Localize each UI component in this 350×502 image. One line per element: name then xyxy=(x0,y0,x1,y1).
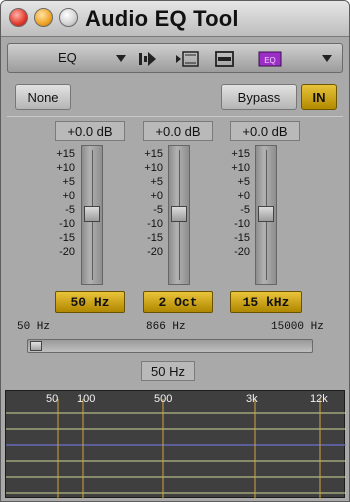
band1-frequency-button[interactable]: 50 Hz xyxy=(55,291,125,313)
frequency-readout: 50 Hz xyxy=(141,361,195,381)
band2-gain-slider[interactable] xyxy=(168,145,190,285)
frequency-slider[interactable] xyxy=(27,339,313,353)
graph-label-500: 500 xyxy=(154,393,173,405)
eq-plugin-icon[interactable]: EQ xyxy=(258,49,282,69)
graph-label-12k: 12k xyxy=(310,393,328,405)
graph-label-50: 50 xyxy=(46,393,59,405)
none-button[interactable]: None xyxy=(15,84,71,110)
freq-min-label: 50 Hz xyxy=(17,321,51,333)
band1-scale: +15 +10 +5 +0 -5 -10 -15 -20 xyxy=(56,148,75,258)
freq-max-label: 15000 Hz xyxy=(271,321,324,333)
band3-scale: +15 +10 +5 +0 -5 -10 -15 -20 xyxy=(231,148,250,258)
eq-graph-svg xyxy=(6,399,346,499)
film-strip-icon[interactable] xyxy=(174,49,200,69)
band3-slider-thumb[interactable] xyxy=(258,206,274,222)
window-title: Audio EQ Tool xyxy=(85,6,239,31)
audio-input-icon[interactable] xyxy=(136,49,158,69)
eq-mode-dropdown[interactable]: EQ xyxy=(58,50,77,65)
band3-gain-slider[interactable] xyxy=(255,145,277,285)
svg-text:EQ: EQ xyxy=(264,56,276,65)
divider xyxy=(7,116,343,117)
band3-gain-readout: +0.0 dB xyxy=(230,121,300,141)
layout-icon[interactable] xyxy=(214,49,236,69)
band3-frequency-button[interactable]: 15 kHz xyxy=(230,291,302,313)
title-bar: Audio EQ Tool xyxy=(1,1,349,37)
zoom-button[interactable] xyxy=(59,8,78,27)
eq-response-graph: 50 100 500 3k 12k xyxy=(5,390,346,499)
band2-slider-thumb[interactable] xyxy=(171,206,187,222)
close-button[interactable] xyxy=(9,8,28,27)
options-chevron-down-icon[interactable] xyxy=(322,55,332,62)
graph-label-100: 100 xyxy=(77,393,96,405)
graph-label-3k: 3k xyxy=(246,393,258,405)
frequency-slider-thumb[interactable] xyxy=(30,341,42,351)
band2-scale: +15 +10 +5 +0 -5 -10 -15 -20 xyxy=(144,148,163,258)
minimize-button[interactable] xyxy=(34,8,53,27)
band1-slider-thumb[interactable] xyxy=(84,206,100,222)
eq-window: Audio EQ Tool EQ EQ None Bypass IN +0.0 … xyxy=(0,0,350,502)
freq-mid-label: 866 Hz xyxy=(146,321,186,333)
toolbar: EQ EQ xyxy=(7,43,343,73)
band2-width-button[interactable]: 2 Oct xyxy=(143,291,213,313)
eq-mode-chevron-down-icon[interactable] xyxy=(116,55,126,62)
band1-gain-slider[interactable] xyxy=(81,145,103,285)
bypass-button[interactable]: Bypass xyxy=(221,84,297,110)
in-button[interactable]: IN xyxy=(301,84,337,110)
band1-gain-readout: +0.0 dB xyxy=(55,121,125,141)
band2-gain-readout: +0.0 dB xyxy=(143,121,213,141)
